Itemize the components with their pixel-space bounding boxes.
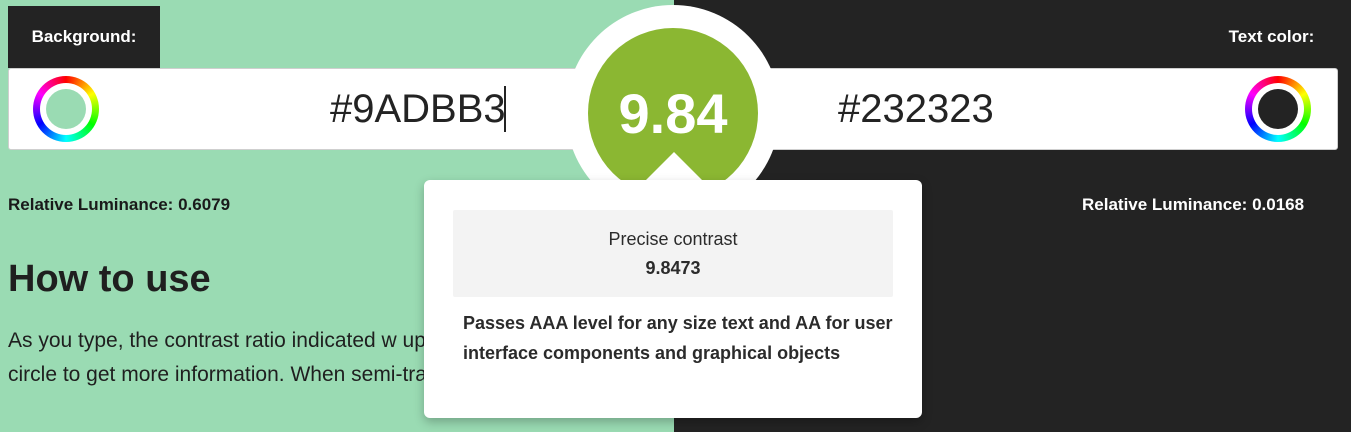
precise-contrast-box: Precise contrast 9.8473 [453,210,893,297]
text-color-luminance-label: Relative Luminance: [1082,195,1248,214]
contrast-tooltip: Precise contrast 9.8473 Passes AAA level… [424,180,922,418]
how-to-use-heading: How to use [8,258,211,300]
background-label: Background: [8,6,160,68]
text-color-hex-value[interactable]: #232323 [838,82,994,136]
text-color-label: Text color: [1206,6,1337,68]
background-hex-value[interactable]: #9ADBB3 [330,82,506,136]
passes-message: Passes AAA level for any size text and A… [463,313,893,363]
precise-contrast-value: 9.8473 [645,257,701,278]
text-color-swatch [1258,89,1298,129]
text-color-wheel-icon[interactable] [1245,76,1311,142]
precise-contrast-label: Precise contrast [608,228,738,249]
background-color-wheel-icon[interactable] [33,76,99,142]
background-luminance-value: 0.6079 [178,195,231,214]
text-color-luminance-value: 0.0168 [1252,195,1305,214]
background-luminance-label: Relative Luminance: [8,195,174,214]
text-color-luminance: Relative Luminance: 0.0168 [1082,195,1304,215]
background-swatch [46,89,86,129]
background-luminance: Relative Luminance: 0.6079 [8,195,230,215]
text-caret [504,86,506,132]
tooltip-arrow [646,152,702,180]
